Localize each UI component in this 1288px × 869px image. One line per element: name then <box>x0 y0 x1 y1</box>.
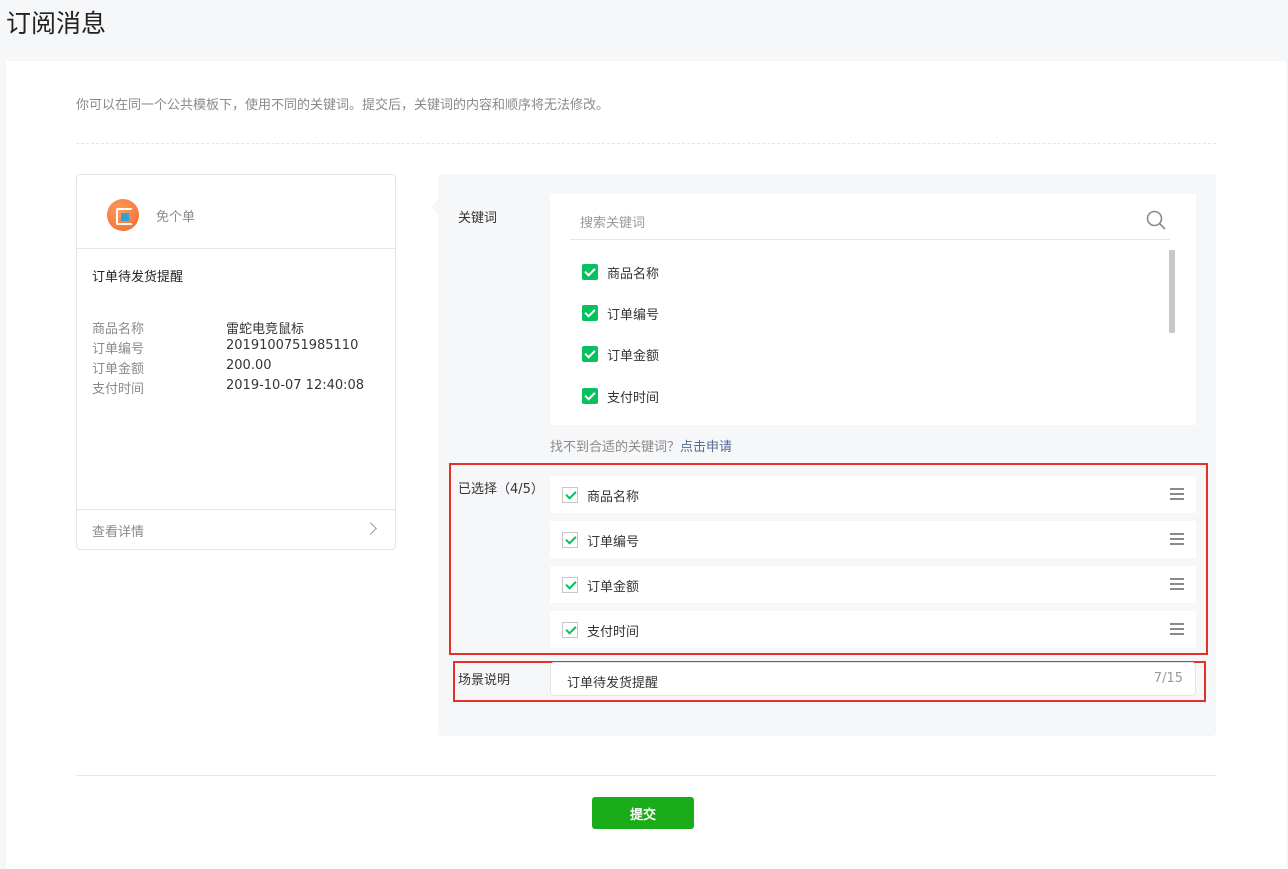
drag-handle-icon[interactable] <box>1170 623 1184 635</box>
selected-keyword-label: 订单编号 <box>587 535 640 550</box>
checkbox-checked-icon[interactable] <box>582 388 598 404</box>
submit-button[interactable]: 提交 <box>592 797 694 829</box>
preview-message-title: 订单待发货提醒 <box>92 270 184 285</box>
selected-keyword-row[interactable]: 支付时间 <box>550 611 1196 648</box>
checkbox-checked-icon[interactable] <box>582 305 598 321</box>
selected-count-label: 已选择（4/5） <box>458 482 544 497</box>
preview-field-key: 订单金额 <box>92 362 145 377</box>
view-detail-label: 查看详情 <box>92 525 145 540</box>
preview-field-key: 商品名称 <box>92 322 145 337</box>
scene-description-value: 订单待发货提醒 <box>567 676 659 691</box>
preview-header: 免个单 <box>77 175 395 249</box>
keyword-search-input[interactable] <box>570 208 1170 240</box>
selected-keyword-label: 支付时间 <box>587 625 640 640</box>
keyword-option-label: 商品名称 <box>607 267 660 282</box>
checkbox-checked-icon[interactable] <box>562 577 578 593</box>
preview-field-value: 200.00 <box>226 358 272 373</box>
keyword-option-label: 支付时间 <box>607 391 660 406</box>
preview-field-value: 2019-10-07 12:40:08 <box>226 378 365 393</box>
drag-handle-icon[interactable] <box>1170 488 1184 500</box>
selected-keyword-row[interactable]: 商品名称 <box>550 476 1196 513</box>
app-logo-icon <box>107 199 139 231</box>
scene-char-counter: 7/15 <box>1153 671 1183 686</box>
keyword-option[interactable]: 订单编号 <box>582 303 782 323</box>
chevron-right-icon <box>364 522 377 535</box>
keyword-picker: 商品名称 订单编号 订单金额 支付时间 <box>550 194 1196 425</box>
selected-keyword-label: 商品名称 <box>587 490 640 505</box>
main-card: 你可以在同一个公共模板下，使用不同的关键词。提交后，关键词的内容和顺序将无法修改… <box>6 61 1286 869</box>
not-found-text: 找不到合适的关键词？ <box>550 440 681 455</box>
checkbox-checked-icon[interactable] <box>582 264 598 280</box>
page-title: 订阅消息 <box>6 9 107 38</box>
scene-label: 场景说明 <box>458 673 511 688</box>
keyword-option-label: 订单金额 <box>607 349 660 364</box>
preview-field-value: 2019100751985110 <box>226 338 359 353</box>
keyword-option[interactable]: 订单金额 <box>582 344 782 364</box>
preview-field-value: 雷蛇电竞鼠标 <box>226 322 305 337</box>
keyword-not-found-hint: 找不到合适的关键词？点击申请 <box>550 436 732 455</box>
message-preview-card: 免个单 订单待发货提醒 商品名称 雷蛇电竞鼠标 订单编号 20191007519… <box>76 174 396 550</box>
drag-handle-icon[interactable] <box>1170 578 1184 590</box>
tip-text: 你可以在同一个公共模板下，使用不同的关键词。提交后，关键词的内容和顺序将无法修改… <box>76 98 610 113</box>
keyword-config-panel: 关键词 商品名称 订单编号 订单金额 <box>431 174 1216 736</box>
checkbox-checked-icon[interactable] <box>582 346 598 362</box>
preview-field-key: 订单编号 <box>92 342 145 357</box>
keyword-option[interactable]: 商品名称 <box>582 262 782 282</box>
checkbox-checked-icon[interactable] <box>562 622 578 638</box>
search-icon[interactable] <box>1146 210 1166 230</box>
keywords-label: 关键词 <box>458 211 498 226</box>
scene-description-input[interactable]: 订单待发货提醒 7/15 <box>550 662 1196 696</box>
selected-keyword-row[interactable]: 订单金额 <box>550 566 1196 603</box>
view-detail-row[interactable]: 查看详情 <box>77 509 395 549</box>
app-name: 免个单 <box>156 210 196 225</box>
keyword-list-scrollbar[interactable] <box>1169 250 1175 333</box>
keyword-option-label: 订单编号 <box>607 308 660 323</box>
selected-keyword-row[interactable]: 订单编号 <box>550 521 1196 558</box>
checkbox-checked-icon[interactable] <box>562 487 578 503</box>
apply-keyword-link[interactable]: 点击申请 <box>680 440 732 455</box>
selected-keyword-label: 订单金额 <box>587 580 640 595</box>
footer-divider <box>76 775 1216 776</box>
checkbox-checked-icon[interactable] <box>562 532 578 548</box>
keyword-option[interactable]: 支付时间 <box>582 386 782 406</box>
preview-field-key: 支付时间 <box>92 382 145 397</box>
drag-handle-icon[interactable] <box>1170 533 1184 545</box>
divider <box>76 143 1216 144</box>
